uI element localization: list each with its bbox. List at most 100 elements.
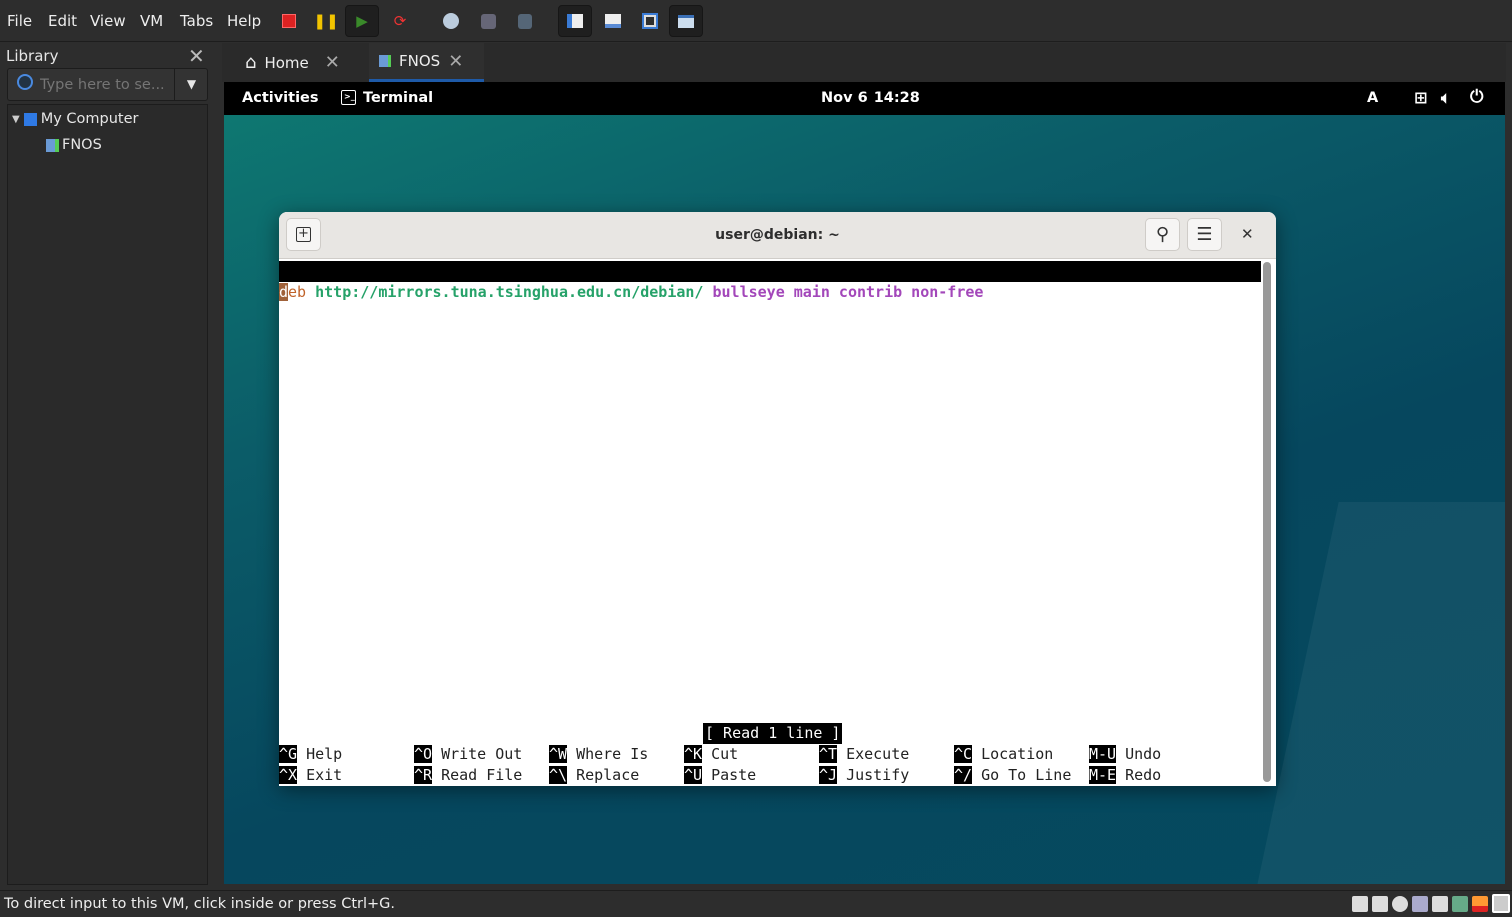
revert-snapshot-icon bbox=[480, 13, 496, 29]
menu-edit[interactable]: Edit bbox=[48, 12, 77, 30]
shortcut-paste: ^U Paste bbox=[684, 765, 756, 786]
pause-button[interactable]: ❚❚ bbox=[309, 5, 343, 37]
play-button[interactable]: ▶ bbox=[345, 5, 379, 37]
status-message: [ Read 1 line ] bbox=[703, 723, 843, 744]
shortcut-label: Undo bbox=[1125, 745, 1162, 763]
show-thumbnail-button[interactable] bbox=[596, 5, 630, 37]
terminal-window: + user@debian: ~ ⚲ ☰ ✕ GNU nano 7.2 /etc… bbox=[279, 212, 1276, 786]
scrollbar[interactable] bbox=[1263, 262, 1271, 782]
wallpaper-shape bbox=[1249, 502, 1505, 884]
nano-title-bar: GNU nano 7.2 /etc/apt/sources.list bbox=[279, 261, 1261, 322]
snapshot-button[interactable] bbox=[434, 5, 468, 37]
menu-view[interactable]: View bbox=[90, 12, 126, 30]
shortcut-label: Help bbox=[306, 745, 343, 763]
shortcut-undo: M-U Undo bbox=[1089, 744, 1161, 765]
shortcut-label: Replace bbox=[576, 766, 640, 784]
tree-item-fnos[interactable]: FNOS bbox=[46, 137, 102, 153]
shortcut-go-to-line: ^/ Go To Line bbox=[954, 765, 1071, 786]
usb-icon[interactable] bbox=[1412, 896, 1428, 912]
input-source-indicator[interactable]: A bbox=[1367, 90, 1378, 106]
close-tab-icon[interactable]: ✕ bbox=[448, 51, 463, 72]
shortcut-key: M-E bbox=[1089, 766, 1117, 784]
menu-tabs[interactable]: Tabs bbox=[180, 12, 213, 30]
tab-fnos[interactable]: FNOS ✕ bbox=[369, 43, 484, 82]
shortcut-key: ^W bbox=[549, 745, 568, 763]
app-menu[interactable]: Terminal bbox=[363, 90, 433, 106]
computer-icon bbox=[23, 112, 37, 126]
tree-item-my-computer[interactable]: ▼ My Computer bbox=[12, 111, 139, 127]
power-off-button[interactable] bbox=[272, 5, 306, 37]
search-dropdown-button[interactable]: ▼ bbox=[174, 69, 208, 100]
power-off-icon bbox=[282, 14, 296, 28]
search-input[interactable] bbox=[40, 73, 175, 97]
menu-button[interactable]: ☰ bbox=[1187, 218, 1222, 251]
library-title: Library bbox=[6, 47, 59, 65]
close-library-icon[interactable]: ✕ bbox=[188, 44, 205, 68]
shortcut-key: M-U bbox=[1089, 745, 1117, 763]
shortcut-label: Justify bbox=[846, 766, 910, 784]
vm-icon bbox=[46, 138, 59, 152]
manage-snapshots-button[interactable] bbox=[508, 5, 542, 37]
shortcut-key: ^R bbox=[414, 766, 433, 784]
play-icon: ▶ bbox=[356, 12, 368, 30]
menu-bar: File Edit View VM Tabs Help ❚❚ ▶ ⟳ bbox=[0, 0, 1512, 42]
close-window-icon[interactable]: ✕ bbox=[1241, 225, 1254, 243]
shortcut-label: Execute bbox=[846, 745, 910, 763]
show-library-button[interactable] bbox=[558, 5, 592, 37]
shortcut-key: ^O bbox=[414, 745, 433, 763]
library-search: ▼ bbox=[7, 68, 208, 101]
shortcut-read-file: ^R Read File bbox=[414, 765, 522, 786]
messages-icon[interactable] bbox=[1492, 894, 1510, 913]
shortcut-label: Write Out bbox=[441, 745, 523, 763]
menu-vm[interactable]: VM bbox=[140, 12, 163, 30]
show-thumbnail-icon bbox=[605, 14, 621, 28]
shortcut-key: ^\ bbox=[549, 766, 568, 784]
terminal-icon: >_ bbox=[341, 90, 356, 105]
search-button[interactable]: ⚲ bbox=[1145, 218, 1180, 251]
shortcut-execute: ^T Execute bbox=[819, 744, 909, 765]
vm-screen[interactable]: Activities >_ Terminal Nov 6 14:28 A ⊞ 🔈︎… bbox=[224, 82, 1505, 884]
revert-snapshot-button[interactable] bbox=[471, 5, 505, 37]
shortcut-label: Go To Line bbox=[981, 766, 1072, 784]
hard-disk-icon[interactable] bbox=[1352, 896, 1368, 912]
unity-icon bbox=[678, 14, 694, 28]
shortcut-cut: ^K Cut bbox=[684, 744, 738, 765]
editor-line: deb http://mirrors.tuna.tsinghua.edu.cn/… bbox=[279, 283, 984, 301]
volume-icon[interactable]: 🔈︎ bbox=[1441, 88, 1451, 108]
sound-icon[interactable] bbox=[1452, 896, 1468, 912]
shortcut-key: ^X bbox=[279, 766, 298, 784]
shortcut-where-is: ^W Where Is bbox=[549, 744, 648, 765]
tab-home[interactable]: ⌂ Home ✕ bbox=[235, 43, 350, 82]
network-icon[interactable]: ⊞ bbox=[1414, 88, 1427, 107]
shortcut-write-out: ^O Write Out bbox=[414, 744, 522, 765]
clock[interactable]: Nov 6 14:28 bbox=[821, 90, 920, 106]
cd-dvd-icon[interactable] bbox=[1392, 896, 1408, 912]
shortcut-key: ^C bbox=[954, 745, 973, 763]
library-tree: ▼ My Computer FNOS bbox=[7, 104, 208, 885]
search-icon: ⚲ bbox=[1155, 224, 1170, 245]
shortcut-replace: ^\ Replace bbox=[549, 765, 639, 786]
menu-file[interactable]: File bbox=[7, 12, 32, 30]
hard-disk-icon[interactable] bbox=[1372, 896, 1388, 912]
shortcut-key: ^G bbox=[279, 745, 298, 763]
pause-icon: ❚❚ bbox=[313, 12, 339, 30]
activities-button[interactable]: Activities bbox=[242, 90, 319, 106]
shortcut-label: Read File bbox=[441, 766, 523, 784]
shortcut-label: Location bbox=[981, 745, 1054, 763]
shortcut-exit: ^X Exit bbox=[279, 765, 342, 786]
close-tab-icon[interactable]: ✕ bbox=[325, 52, 340, 73]
nano-filename: /etc/apt/sources.list bbox=[694, 304, 884, 322]
menu-help[interactable]: Help bbox=[227, 12, 261, 30]
network-adapter-icon[interactable] bbox=[1432, 896, 1448, 912]
shortcut-redo: M-E Redo bbox=[1089, 765, 1161, 786]
full-screen-button[interactable] bbox=[633, 5, 667, 37]
unity-button[interactable] bbox=[669, 5, 703, 37]
power-icon[interactable]: ⏻ bbox=[1470, 87, 1483, 107]
gnome-top-bar: Activities >_ Terminal Nov 6 14:28 A ⊞ 🔈︎… bbox=[224, 82, 1505, 115]
snapshot-icon bbox=[443, 13, 459, 29]
search-icon bbox=[17, 74, 33, 90]
printer-icon[interactable] bbox=[1472, 896, 1488, 912]
shortcut-label: Exit bbox=[306, 766, 343, 784]
nano-editor[interactable]: GNU nano 7.2 /etc/apt/sources.list deb h… bbox=[279, 260, 1261, 786]
restart-button[interactable]: ⟳ bbox=[383, 5, 417, 37]
